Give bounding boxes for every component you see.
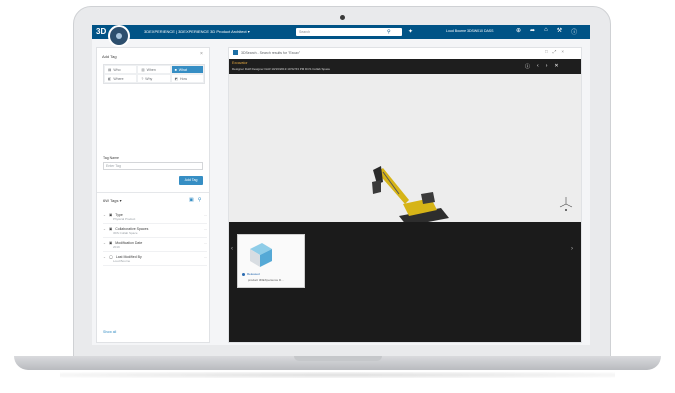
search-icon[interactable]: ⚲ — [387, 29, 391, 35]
product-cube-icon — [250, 243, 272, 267]
tags-tools: ▣ ⚲ — [189, 197, 201, 203]
close-icon[interactable]: × — [200, 51, 203, 57]
app-icon — [233, 50, 238, 55]
tag-type-what[interactable]: ■ What — [170, 65, 204, 74]
axis-triad-icon[interactable] — [559, 195, 573, 211]
info-icon[interactable]: ⓘ — [525, 63, 530, 70]
tag-type-label: What — [178, 67, 187, 72]
tag-name-input[interactable]: Enter Tag — [103, 162, 203, 170]
tag-type-when[interactable]: ▥ When — [137, 65, 171, 74]
object-title: Excavator — [232, 61, 248, 65]
result-card[interactable]: Released product 3DEXperience D... — [237, 234, 305, 288]
result-name: product 3DEXperience D... — [248, 278, 284, 282]
tag-name-label: Tag Name — [103, 156, 119, 160]
result-thumbnails: ‹ Released product 3DEXperience D... › — [229, 222, 581, 342]
tag-type-label: Why — [145, 76, 153, 81]
3d-viewer: Excavator Designer Dolif Designer Dolif … — [229, 59, 581, 342]
expand-icon[interactable]: ⤢ — [553, 49, 557, 54]
help-icon[interactable]: ⓘ — [571, 27, 577, 36]
brand-logo[interactable]: 3D — [96, 27, 106, 37]
who-icon: ▤ — [108, 67, 112, 72]
tag-icon[interactable]: ✦ — [408, 28, 413, 35]
tag-row[interactable]: ⌄ ◯ Last Modified By ⋯ Loud Bourne — [103, 252, 207, 266]
show-all-link[interactable]: Show all — [103, 330, 116, 334]
laptop-shadow — [60, 372, 615, 378]
3d-canvas[interactable] — [229, 74, 581, 230]
object-subtitle: Designer Dolif Designer Dolif 10/16/2019… — [232, 67, 331, 71]
status-dot — [242, 272, 245, 276]
window-controls: □ ⤢ × — [545, 49, 564, 54]
user-name[interactable]: Loud Bourne 3DSW010 DASS — [446, 29, 493, 33]
tag-type-where[interactable]: ◧ Where — [104, 74, 138, 83]
status-badge: Released — [242, 272, 260, 276]
when-icon: ▥ — [141, 67, 145, 72]
screen: 3D 3DEXPERIENCE | 3DEXPERIENCE 3D Produc… — [92, 25, 590, 345]
laptop-base-notch — [294, 356, 382, 361]
tag-type-why[interactable]: ? Why — [137, 74, 171, 83]
why-icon: ? — [141, 76, 144, 81]
how-icon: ◩ — [174, 76, 178, 81]
tags-header[interactable]: 6W Tags ▾ — [103, 198, 122, 203]
viewer-header: Excavator Designer Dolif Designer Dolif … — [229, 59, 581, 74]
cube-icon[interactable]: ▣ — [189, 197, 194, 203]
panel-title: Add Tag — [102, 54, 117, 59]
search-results-panel: 3DSearch - Search results for "Excav" □ … — [228, 47, 582, 343]
status-label: Released — [247, 272, 260, 276]
divider — [97, 192, 209, 193]
tag-value[interactable]: 2019 — [103, 245, 207, 249]
plus-icon[interactable]: ⊕ — [516, 27, 521, 36]
tag-list: ⌄ ▣ Type ⋯ Physical Product ⌄ ▣ Collaborative… — [103, 210, 207, 266]
compass-icon[interactable] — [108, 25, 130, 47]
where-icon: ◧ — [108, 76, 112, 81]
laptop-frame: 3D 3DEXPERIENCE | 3DEXPERIENCE 3D Produc… — [0, 0, 675, 393]
viewer-controls: ⓘ ‹ › ✕ — [525, 63, 559, 70]
tag-value[interactable]: 3DS Collab Space — [103, 231, 207, 235]
previous-icon[interactable]: ‹ — [537, 63, 539, 70]
tag-type-label: How — [179, 76, 187, 81]
tag-panel: Add Tag × ▤ Who ▥ When ■ What ◧ Where ? Why ◩… — [96, 47, 210, 343]
app-title[interactable]: 3DEXPERIENCE | 3DEXPERIENCE 3D Product A… — [144, 29, 250, 34]
tag-type-grid: ▤ Who ▥ When ■ What ◧ Where ? Why ◩ How — [103, 64, 205, 84]
tag-type-who[interactable]: ▤ Who — [104, 65, 138, 74]
tag-type-label: Where — [113, 76, 124, 81]
home-icon[interactable]: ⌂ — [544, 27, 548, 36]
tag-value[interactable]: Loud Bourne — [103, 259, 207, 263]
add-tag-button[interactable]: Add Tag — [179, 176, 203, 185]
top-bar: 3D 3DEXPERIENCE | 3DEXPERIENCE 3D Produc… — [92, 25, 590, 47]
webcam-dot — [340, 15, 345, 20]
scroll-left-icon[interactable]: ‹ — [231, 246, 233, 252]
tag-row[interactable]: ⌄ ▣ Type ⋯ Physical Product — [103, 210, 207, 224]
panel-title: 3DSearch - Search results for "Excav" — [241, 51, 301, 55]
search-icon[interactable]: ⚲ — [198, 197, 202, 203]
tools-icon[interactable]: ⚒ — [557, 27, 562, 36]
maximize-icon[interactable]: □ — [545, 49, 548, 54]
panel-header: 3DSearch - Search results for "Excav" □ … — [229, 48, 581, 58]
share-icon[interactable]: ➦ — [530, 27, 535, 36]
tag-row[interactable]: ⌄ ▣ Modification Date ⋯ 2019 — [103, 238, 207, 252]
tag-type-label: When — [146, 67, 156, 72]
toolbar-icons: ⊕ ➦ ⌂ ⚒ ⓘ — [516, 27, 577, 36]
tag-type-how[interactable]: ◩ How — [170, 74, 204, 83]
scroll-right-icon[interactable]: › — [571, 246, 573, 252]
what-icon: ■ — [174, 67, 177, 72]
tag-row[interactable]: ⌄ ▣ Collaborative Spaces ⋯ 3DS Collab Space — [103, 224, 207, 238]
tag-value[interactable]: Physical Product — [103, 217, 207, 221]
tag-type-label: Who — [113, 67, 121, 72]
close-icon[interactable]: × — [561, 49, 564, 54]
close-icon[interactable]: ✕ — [554, 63, 558, 70]
next-icon[interactable]: › — [546, 63, 548, 70]
